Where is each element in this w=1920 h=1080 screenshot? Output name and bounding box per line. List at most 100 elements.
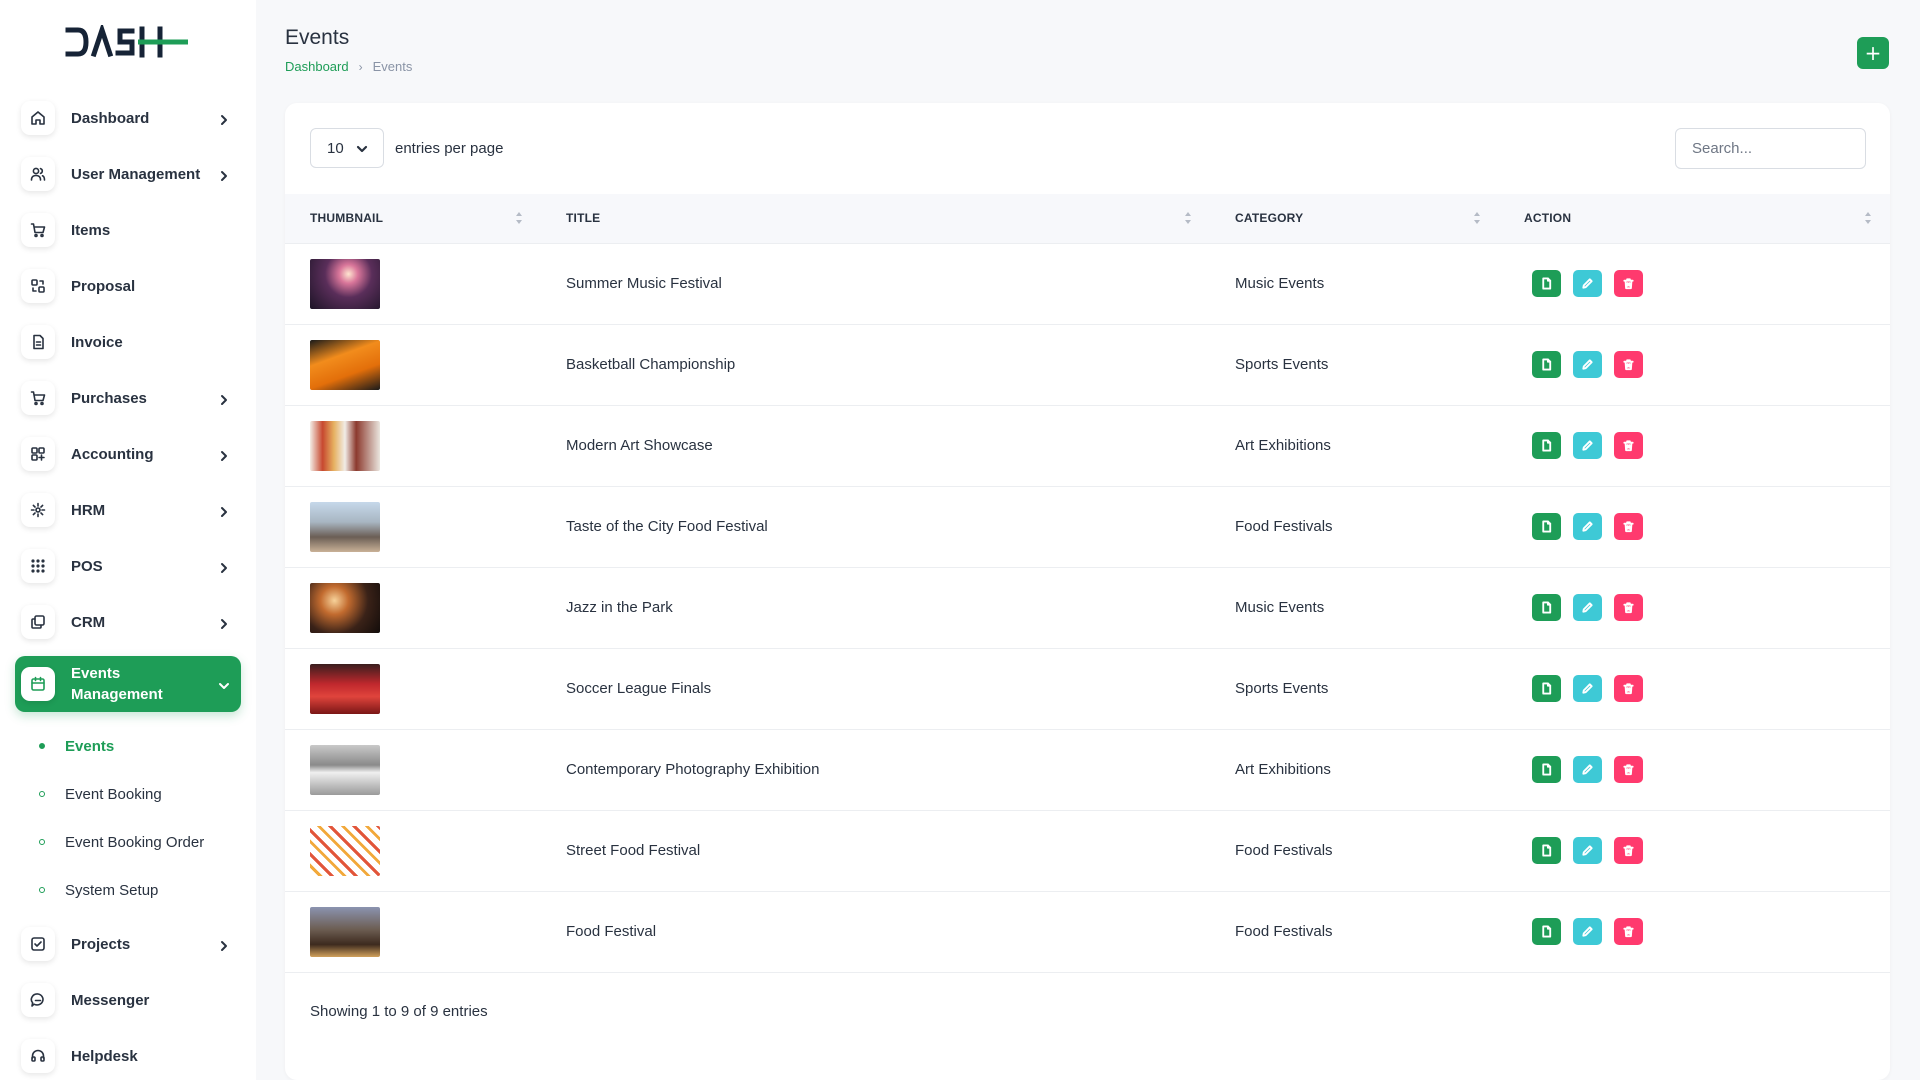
sidebar-item-label: Purchases: [71, 389, 147, 407]
chevron-right-icon: [217, 939, 231, 953]
event-thumbnail[interactable]: [310, 420, 380, 471]
event-thumbnail[interactable]: [310, 663, 380, 714]
edit-button[interactable]: [1573, 513, 1602, 540]
submenu-item-event-booking[interactable]: Event Booking: [15, 770, 241, 818]
delete-button[interactable]: [1614, 675, 1643, 702]
delete-button[interactable]: [1614, 594, 1643, 621]
table-row: Summer Music Festival Music Events: [285, 243, 1890, 324]
sidebar-item-purchases[interactable]: Purchases: [15, 376, 241, 420]
delete-button[interactable]: [1614, 837, 1643, 864]
sidebar-item-events-management[interactable]: Events Management: [15, 656, 241, 712]
event-thumbnail[interactable]: [310, 582, 380, 633]
sidebar-item-label: Items: [71, 221, 111, 239]
edit-button[interactable]: [1573, 270, 1602, 297]
file-icon: [1542, 601, 1552, 614]
edit-button[interactable]: [1573, 432, 1602, 459]
chevron-right-icon: [217, 393, 231, 407]
view-button[interactable]: [1532, 675, 1561, 702]
view-button[interactable]: [1532, 594, 1561, 621]
sidebar-item-dashboard[interactable]: Dashboard: [15, 96, 241, 140]
sidebar-item-messenger[interactable]: Messenger: [15, 978, 241, 1022]
edit-button[interactable]: [1573, 594, 1602, 621]
column-header-action[interactable]: ACTION: [1499, 194, 1890, 243]
edit-button[interactable]: [1573, 756, 1602, 783]
view-button[interactable]: [1532, 756, 1561, 783]
view-button[interactable]: [1532, 918, 1561, 945]
breadcrumb-separator: ›: [358, 59, 363, 74]
delete-button[interactable]: [1614, 756, 1643, 783]
chevron-right-icon: [217, 505, 231, 519]
sidebar-item-hrm[interactable]: HRM: [15, 488, 241, 532]
headset-icon: [21, 1039, 55, 1073]
event-thumbnail[interactable]: [310, 258, 380, 309]
edit-button[interactable]: [1573, 675, 1602, 702]
sidebar-item-helpdesk[interactable]: Helpdesk: [15, 1034, 241, 1078]
file-icon: [1542, 925, 1552, 938]
view-button[interactable]: [1532, 270, 1561, 297]
delete-button[interactable]: [1614, 918, 1643, 945]
submenu-item-label: Event Booking Order: [65, 833, 205, 851]
sidebar-item-projects[interactable]: Projects: [15, 922, 241, 966]
submenu-item-events[interactable]: Events: [15, 722, 241, 770]
page-title: Events: [285, 26, 350, 49]
view-button[interactable]: [1532, 513, 1561, 540]
pencil-icon: [1582, 764, 1593, 775]
sidebar-item-proposal[interactable]: Proposal: [15, 264, 241, 308]
bullet-icon: [39, 839, 45, 845]
hrm-icon: [21, 493, 55, 527]
sidebar-item-pos[interactable]: POS: [15, 544, 241, 588]
event-title: Contemporary Photography Exhibition: [566, 761, 820, 778]
event-thumbnail[interactable]: [310, 339, 380, 390]
sidebar-item-label: Accounting: [71, 445, 154, 463]
breadcrumb-home-link[interactable]: Dashboard: [285, 59, 349, 74]
trash-icon: [1623, 926, 1634, 938]
column-header-category[interactable]: CATEGORY: [1210, 194, 1499, 243]
chevron-right-icon: [217, 561, 231, 575]
sidebar-item-items[interactable]: Items: [15, 208, 241, 252]
event-thumbnail[interactable]: [310, 744, 380, 795]
brand-logo[interactable]: [64, 24, 190, 60]
table-row: Food Festival Food Festivals: [285, 891, 1890, 972]
event-category: Sports Events: [1235, 680, 1329, 697]
file-icon: [1542, 277, 1552, 290]
view-button[interactable]: [1532, 351, 1561, 378]
events-table-card: 10 entries per page THUMBNAIL TITLE CATE…: [285, 103, 1890, 1080]
edit-button[interactable]: [1573, 918, 1602, 945]
event-thumbnail[interactable]: [310, 906, 380, 957]
column-header-thumbnail[interactable]: THUMBNAIL: [285, 194, 541, 243]
sidebar-item-label: POS: [71, 557, 103, 575]
submenu-item-system-setup[interactable]: System Setup: [15, 866, 241, 914]
file-icon: [1542, 520, 1552, 533]
entries-per-page-select[interactable]: 10: [310, 128, 384, 168]
sidebar-item-invoice[interactable]: Invoice: [15, 320, 241, 364]
delete-button[interactable]: [1614, 513, 1643, 540]
submenu-item-event-booking-order[interactable]: Event Booking Order: [15, 818, 241, 866]
breadcrumb-current: Events: [372, 59, 413, 74]
chevron-down-icon: [355, 142, 369, 160]
view-button[interactable]: [1532, 432, 1561, 459]
table-row: Taste of the City Food Festival Food Fes…: [285, 486, 1890, 567]
column-header-title[interactable]: TITLE: [541, 194, 1210, 243]
event-category: Music Events: [1235, 275, 1325, 292]
sidebar-item-user-management[interactable]: User Management: [15, 152, 241, 196]
delete-button[interactable]: [1614, 432, 1643, 459]
delete-button[interactable]: [1614, 270, 1643, 297]
edit-button[interactable]: [1573, 351, 1602, 378]
event-thumbnail[interactable]: [310, 825, 380, 876]
column-header-label: ACTION: [1524, 211, 1572, 226]
table-body: Summer Music Festival Music Events Baske…: [285, 243, 1890, 972]
cart-icon: [21, 213, 55, 247]
edit-button[interactable]: [1573, 837, 1602, 864]
sidebar-item-crm[interactable]: CRM: [15, 600, 241, 644]
trash-icon: [1623, 845, 1634, 857]
sidebar-item-accounting[interactable]: Accounting: [15, 432, 241, 476]
bullet-icon: [39, 743, 45, 749]
event-category: Food Festivals: [1235, 518, 1333, 535]
trash-icon: [1623, 764, 1634, 776]
event-thumbnail[interactable]: [310, 501, 380, 552]
sidebar-item-label: User Management: [71, 165, 201, 183]
search-input[interactable]: [1675, 128, 1866, 169]
add-event-button[interactable]: +: [1857, 37, 1889, 69]
view-button[interactable]: [1532, 837, 1561, 864]
delete-button[interactable]: [1614, 351, 1643, 378]
